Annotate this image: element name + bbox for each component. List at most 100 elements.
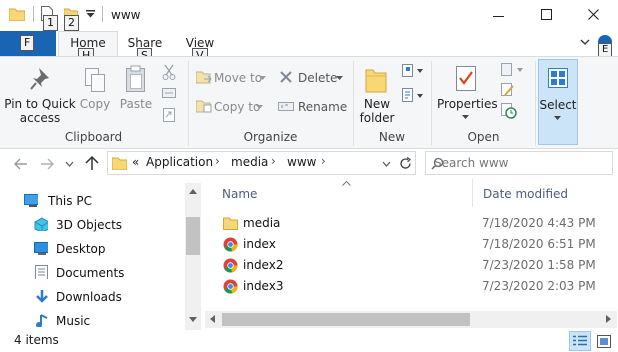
details-view-button[interactable] [569,331,591,351]
window-title: www [111,8,141,22]
address-path-box[interactable]: « Application › media › www › [107,151,416,175]
pin-to-quick-access-button[interactable]: Pin to Quick access [4,61,76,127]
copy-icon [85,68,105,92]
nav-label-3d-objects: 3D Objects [56,218,123,232]
maximize-icon[interactable] [541,9,553,21]
group-label-organize: Organize [243,130,298,144]
keytip-1: 1 [43,15,58,31]
breadcrumb-separator: › [271,154,276,168]
file-date: 7/23/2020 2:03 PM [482,279,596,293]
search-placeholder: Search www [434,156,509,170]
history-icon[interactable] [501,103,517,119]
chevron-down-icon [256,105,263,109]
nav-item-desktop[interactable]: Desktop [34,237,106,261]
file-row[interactable]: index3 7/23/2020 2:03 PM [221,276,601,297]
copy-button[interactable]: Copy [76,61,114,127]
customize-toolbar-icon[interactable] [86,10,95,18]
keytip-2: 2 [64,15,79,31]
nav-label-documents: Documents [56,266,125,280]
breadcrumb-separator: › [215,154,220,168]
file-list-scrollbar-thumb[interactable] [222,313,470,326]
nav-item-this-pc[interactable]: This PC [24,189,92,213]
select-button[interactable]: Select [538,59,578,145]
rename-button[interactable]: Rename [274,96,347,118]
column-header-date[interactable]: Date modified [483,187,568,201]
breadcrumb-www[interactable]: www [287,155,316,169]
search-box[interactable]: Search www [425,151,613,175]
desktop-icon [34,242,48,255]
nav-label-this-pc: This PC [48,194,92,208]
nav-scrollbar-thumb[interactable] [186,217,200,255]
file-list-pane: Name Date modified media 7/18/2020 4:43 … [201,179,618,331]
select-icon [548,68,568,88]
easy-access-icon[interactable] [402,87,424,105]
keytip-help: E [598,43,613,57]
column-header-name[interactable]: Name [222,187,257,201]
select-label: Select [539,98,577,112]
back-arrow-icon[interactable] [14,158,28,170]
new-folder-label-line1: New [363,97,391,111]
breadcrumb-media[interactable]: media [231,155,268,169]
copy-to-label: Copy to [214,100,261,114]
file-name: media [243,216,281,230]
cut-icon[interactable] [162,64,176,80]
delete-button[interactable]: Delete [274,67,346,89]
address-dropdown-icon[interactable] [382,161,391,167]
group-label-new: New [378,130,406,144]
edit-icon[interactable] [501,83,515,97]
scroll-left-icon[interactable] [210,315,215,323]
paste-icon [126,65,145,92]
up-arrow-icon[interactable] [85,156,99,171]
title-separator [33,6,34,22]
expand-ribbon-icon[interactable] [580,39,590,47]
copy-to-button[interactable]: Copy to [192,96,270,118]
group-label-clipboard: Clipboard [64,130,123,144]
new-item-icon[interactable] [402,63,424,79]
refresh-icon[interactable] [399,157,412,170]
paste-button[interactable]: Paste [116,61,156,127]
file-date: 7/18/2020 4:43 PM [482,216,596,230]
nav-item-documents[interactable]: Documents [35,261,125,285]
nav-label-music: Music [56,314,91,328]
properties-button[interactable]: Properties [437,61,498,127]
open-icon[interactable] [501,63,525,77]
file-name: index3 [243,279,284,293]
nav-vertical-scrollbar[interactable] [185,183,201,330]
file-list-horizontal-scrollbar[interactable] [205,311,617,328]
breadcrumb-overflow[interactable]: « [132,155,139,169]
recent-locations-icon[interactable] [65,161,74,167]
nav-item-music[interactable]: Music [36,309,91,333]
pin-icon [30,68,49,90]
nav-item-3d-objects[interactable]: 3D Objects [34,213,123,237]
details-view-icon [573,335,587,346]
status-bar: 4 items [0,331,618,352]
minimize-icon[interactable] [493,10,505,22]
close-icon[interactable] [588,9,600,21]
file-name: index2 [243,258,284,272]
move-to-button[interactable]: Move to [192,67,270,89]
ribbon: Pin to Quick access Copy Paste Clipboard… [0,56,618,149]
nav-label-downloads: Downloads [56,290,122,304]
this-pc-icon [24,194,38,207]
file-row[interactable]: index 7/18/2020 6:51 PM [221,234,601,255]
address-bar-row: « Application › media › www › Search www [0,149,618,179]
nav-item-downloads[interactable]: Downloads [36,285,122,309]
breadcrumb-application[interactable]: Application [146,155,213,169]
pin-label-line1: Pin to Quick [4,97,76,111]
paste-shortcut-icon[interactable] [163,108,175,122]
scroll-down-icon[interactable] [189,317,197,322]
chevron-down-icon [336,76,343,80]
file-row[interactable]: media 7/18/2020 4:43 PM [221,213,601,234]
scroll-up-icon[interactable] [189,189,197,194]
column-divider [472,179,473,207]
new-folder-button[interactable]: New folder [357,61,397,127]
forward-arrow-icon[interactable] [40,158,54,170]
file-row[interactable]: index2 7/23/2020 1:58 PM [221,255,601,276]
ribbon-tab-bar: F Home H Share S View V E [0,31,618,64]
item-count: 4 items [14,333,59,347]
tab-file[interactable]: F [0,31,56,56]
title-separator-2 [102,6,103,22]
scroll-right-icon[interactable] [606,315,611,323]
copy-path-icon[interactable] [162,87,176,99]
large-icons-view-icon[interactable] [597,335,611,348]
